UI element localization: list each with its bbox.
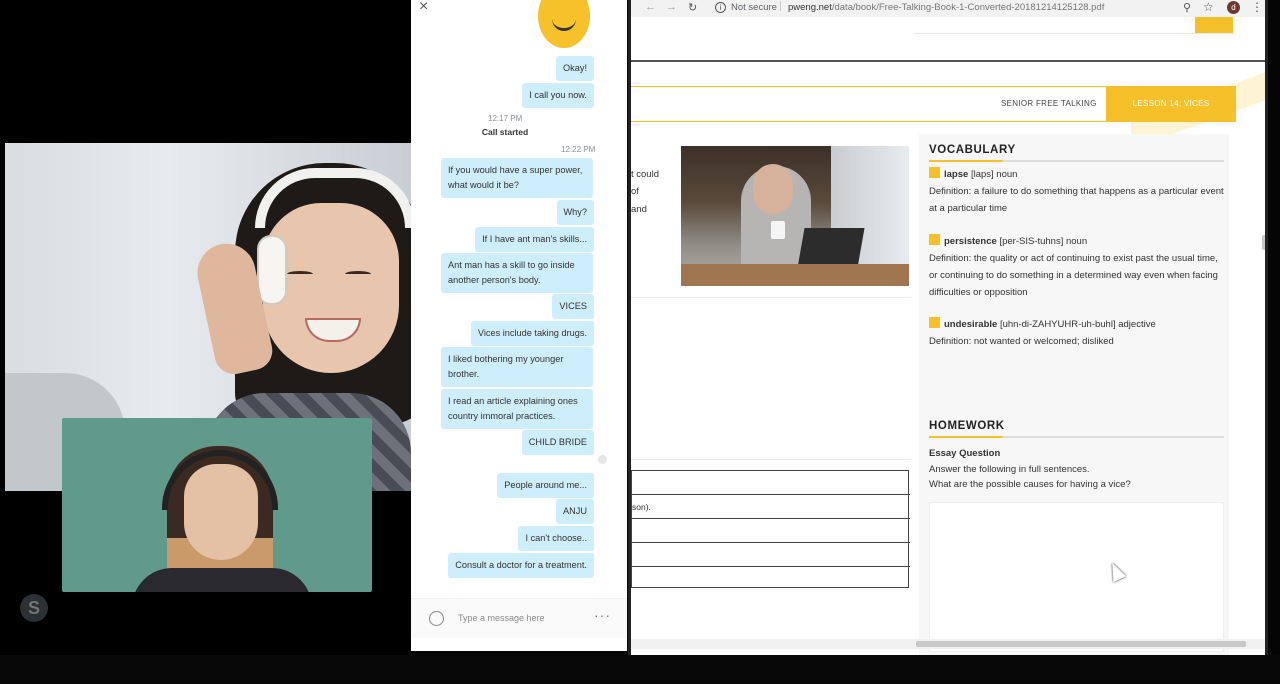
chat-message: I call you now. <box>522 83 594 108</box>
browser-window: ← → ↻ i Not secure | pweng.net/data/book… <box>628 0 1268 655</box>
vocab-part-of-speech: noun <box>1065 236 1088 247</box>
vocab-entry: undesirable [uhn-di-ZAHYUHR-uh-buhl] adj… <box>929 316 1224 350</box>
more-options-icon[interactable]: ··· <box>594 607 611 623</box>
video-call-panel: S <box>0 0 411 655</box>
chat-message: VICES <box>552 294 594 319</box>
message-input[interactable]: Type a message here <box>458 613 545 623</box>
horizontal-scrollbar[interactable] <box>631 639 1265 649</box>
headset-icon <box>162 450 278 510</box>
url-field[interactable]: pweng.net/data/book/Free-Talking-Book-1-… <box>788 2 1104 13</box>
chat-message: I liked bothering my younger brother. <box>441 347 593 387</box>
reload-icon[interactable]: ↻ <box>688 1 697 14</box>
divider: | <box>779 1 782 12</box>
essay-question: What are the possible causes for having … <box>929 479 1131 490</box>
chat-message: Consult a doctor for a treatment. <box>448 553 594 578</box>
chat-message: If you would have a super power, what wo… <box>441 158 593 198</box>
chat-message: CHILD BRIDE <box>521 430 594 455</box>
security-indicator[interactable]: Not secure <box>731 2 777 13</box>
homework-title: HOMEWORK <box>929 420 1005 432</box>
scroll-down-button[interactable] <box>598 455 607 464</box>
cut-text: t could <box>631 169 659 180</box>
vocab-pronunciation: [laps] <box>970 169 994 180</box>
right-column: VOCABULARY lapse [laps] noun Definition:… <box>919 134 1229 655</box>
vocab-entry: lapse [laps] noun Definition: a failure … <box>929 166 1224 217</box>
message-time: 12:17 PM <box>488 114 523 123</box>
chat-message: Ant man has a skill to go inside another… <box>441 253 593 293</box>
back-icon[interactable]: ← <box>645 1 656 13</box>
divider <box>631 459 911 460</box>
cut-text: and <box>631 204 647 215</box>
chat-message: I can't choose.. <box>518 526 594 551</box>
vocab-pronunciation: [uhn-di-ZAHYUHR-uh-buhl] <box>999 319 1116 330</box>
self-video-preview <box>62 418 372 592</box>
cut-text: of <box>631 186 639 197</box>
browser-menu-icon[interactable]: ⋮ <box>1251 0 1263 14</box>
chat-message: If I have ant man's skills... <box>475 227 594 252</box>
chat-message: People around me... <box>497 473 594 498</box>
vocab-word: undesirable <box>944 319 998 330</box>
vocab-word: lapse <box>944 169 969 180</box>
close-icon[interactable]: × <box>419 0 428 16</box>
message-time: 12:22 PM <box>561 145 596 154</box>
screen: S × Okay! I call you now. 12:17 PM Call … <box>0 0 1280 684</box>
vocab-part-of-speech: noun <box>996 169 1018 180</box>
url-path: /data/book/Free-Talking-Book-1-Converted… <box>831 2 1105 13</box>
pdf-page: SENIOR FREE TALKING LESSON 14: VICES t c… <box>631 64 1265 655</box>
skype-icon[interactable]: S <box>20 594 48 622</box>
chat-message: ANJU <box>556 499 594 524</box>
table-cell: son). <box>632 502 651 512</box>
chat-message: I read an article explaining ones countr… <box>441 389 593 429</box>
chat-message: Why? <box>556 200 594 225</box>
essay-title: Essay Question <box>929 448 1001 459</box>
vocab-part-of-speech: adjective <box>1118 319 1156 330</box>
series-label: SENIOR FREE TALKING <box>1001 99 1097 108</box>
chat-message: Vices include taking drugs. <box>470 321 594 346</box>
info-icon[interactable]: i <box>715 2 726 13</box>
vocab-definition: Definition: not wanted or welcomed; disl… <box>929 336 1114 347</box>
vocab-word: persistence <box>944 236 997 247</box>
call-started-label: Call started <box>481 127 529 137</box>
vocab-definition: Definition: a failure to do something th… <box>929 186 1224 214</box>
chat-panel: × Okay! I call you now. 12:17 PM Call st… <box>411 0 627 651</box>
lesson-photo <box>681 146 909 286</box>
pdf-viewer[interactable]: SENIOR FREE TALKING LESSON 14: VICES t c… <box>631 17 1265 655</box>
forward-icon[interactable]: → <box>666 1 677 13</box>
divider <box>929 436 1224 438</box>
bookmark-star-icon[interactable]: ☆ <box>1203 0 1214 14</box>
address-bar: ← → ↻ i Not secure | pweng.net/data/book… <box>631 0 1265 17</box>
lesson-label: LESSON 14: VICES <box>1106 86 1236 122</box>
answer-table: son). <box>631 470 910 588</box>
url-host: pweng.net <box>788 2 832 13</box>
vocab-pronunciation: [per-SIS-tuhns] <box>999 236 1064 247</box>
vocabulary-title: VOCABULARY <box>929 144 1016 156</box>
divider <box>929 160 1224 162</box>
emoji-picker-icon[interactable] <box>429 611 444 626</box>
vocab-definition: Definition: the quality or act of contin… <box>929 253 1218 298</box>
zoom-icon[interactable]: ⚲ <box>1183 1 1191 14</box>
desktop-background <box>0 655 1280 684</box>
divider <box>631 297 911 298</box>
message-composer: Type a message here ··· <box>411 598 627 638</box>
profile-avatar[interactable]: d <box>1227 1 1240 14</box>
scrollbar-thumb[interactable] <box>916 641 1246 647</box>
answer-box[interactable] <box>929 502 1224 652</box>
vocab-entry: persistence [per-SIS-tuhns] noun Definit… <box>929 233 1224 301</box>
vertical-scrollbar[interactable] <box>1262 235 1265 250</box>
previous-page-bottom <box>631 17 1265 62</box>
emoji-sticker <box>538 0 590 48</box>
chat-message: Okay! <box>556 56 594 81</box>
essay-instruction: Answer the following in full sentences. <box>929 464 1090 475</box>
